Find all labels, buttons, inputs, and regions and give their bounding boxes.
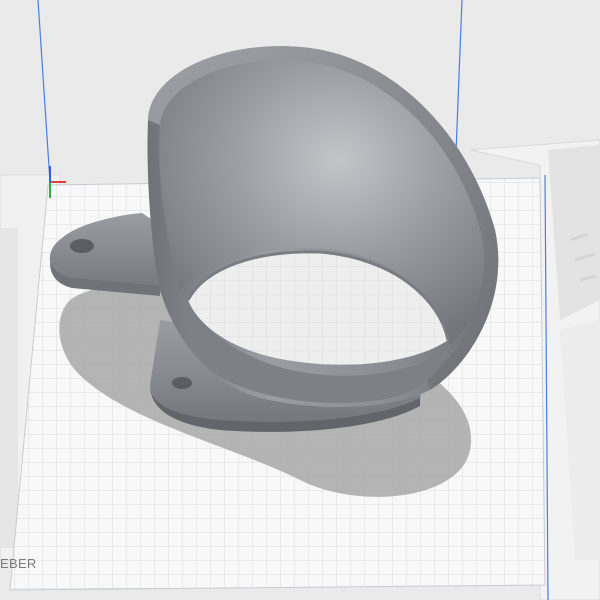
mounting-hole-left (70, 239, 94, 253)
mounting-hole-front (172, 377, 192, 389)
build-plate-label: EBER (0, 556, 37, 571)
3d-viewport[interactable] (0, 0, 600, 600)
